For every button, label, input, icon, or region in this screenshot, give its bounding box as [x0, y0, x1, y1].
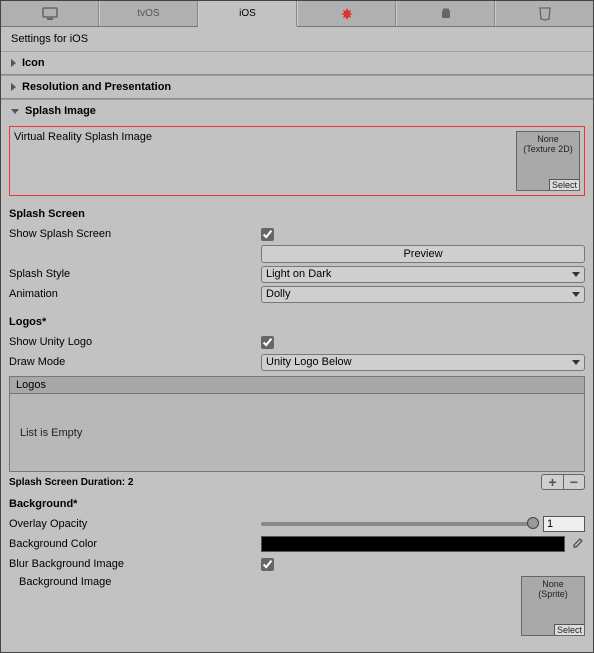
show-splash-checkbox[interactable] — [261, 228, 274, 241]
add-logo-button[interactable]: + — [541, 474, 563, 490]
show-splash-label: Show Splash Screen — [9, 228, 261, 240]
slider-thumb[interactable] — [527, 517, 539, 529]
chevron-down-icon — [572, 272, 580, 277]
blur-bg-label: Blur Background Image — [9, 558, 261, 570]
monitor-icon — [42, 7, 58, 21]
foldout-icon: Icon — [1, 51, 593, 75]
tab-tvos[interactable]: tvOS — [99, 1, 198, 26]
logos-list-body[interactable]: List is Empty — [9, 394, 585, 472]
preview-row: Preview — [9, 244, 585, 264]
foldout-header-splash[interactable]: Splash Image — [1, 100, 593, 122]
maple-icon — [340, 7, 354, 21]
vr-splash-texture-field[interactable]: None (Texture 2D) Select — [516, 131, 580, 191]
blur-bg-row: Blur Background Image — [9, 554, 585, 574]
tab-standalone[interactable] — [1, 1, 99, 26]
chevron-right-icon — [11, 83, 16, 91]
draw-mode-dropdown[interactable]: Unity Logo Below — [261, 354, 585, 371]
dropdown-value: Unity Logo Below — [266, 356, 352, 368]
overlay-opacity-slider[interactable] — [261, 522, 539, 526]
draw-mode-label: Draw Mode — [9, 356, 261, 368]
foldout-resolution: Resolution and Presentation — [1, 75, 593, 99]
sprite-type: (Sprite) — [538, 589, 568, 599]
background-image-label: Background Image — [19, 576, 111, 588]
panel-title: Settings for iOS — [1, 27, 593, 51]
foldout-header-icon[interactable]: Icon — [1, 52, 593, 74]
background-color-row: Background Color — [9, 534, 585, 554]
background-image-field[interactable]: None (Sprite) Select — [521, 576, 585, 636]
tab-label: iOS — [239, 8, 256, 19]
splash-style-dropdown[interactable]: Light on Dark — [261, 266, 585, 283]
overlay-opacity-value[interactable]: 1 — [543, 516, 585, 532]
vr-splash-label: Virtual Reality Splash Image — [14, 131, 152, 143]
eyedropper-button[interactable] — [569, 536, 585, 552]
splash-style-row: Splash Style Light on Dark — [9, 264, 585, 284]
background-image-row: Background Image None (Sprite) Select — [9, 576, 585, 636]
vr-splash-row: Virtual Reality Splash Image None (Textu… — [9, 126, 585, 196]
android-icon — [440, 7, 452, 21]
preview-button[interactable]: Preview — [261, 245, 585, 263]
logos-section-header: Logos* — [9, 312, 585, 332]
remove-logo-button[interactable]: − — [563, 474, 585, 490]
blur-bg-checkbox[interactable] — [261, 558, 274, 571]
tab-label: tvOS — [137, 8, 159, 19]
overlay-opacity-row: Overlay Opacity 1 — [9, 514, 585, 534]
chevron-down-icon — [572, 292, 580, 297]
tab-webgl[interactable] — [495, 1, 593, 26]
draw-mode-row: Draw Mode Unity Logo Below — [9, 352, 585, 372]
dropdown-value: Dolly — [266, 288, 290, 300]
background-section-header: Background* — [9, 494, 585, 514]
chevron-right-icon — [11, 59, 16, 67]
duration-label: Splash Screen Duration: 2 — [9, 477, 133, 488]
background-color-field[interactable] — [261, 536, 565, 552]
foldout-label: Resolution and Presentation — [22, 81, 171, 93]
logos-list-header: Logos — [9, 376, 585, 394]
splash-screen-header: Splash Screen — [9, 204, 585, 224]
background-color-label: Background Color — [9, 538, 261, 550]
animation-label: Animation — [9, 288, 261, 300]
chevron-down-icon — [572, 360, 580, 365]
overlay-opacity-label: Overlay Opacity — [9, 518, 261, 530]
foldout-splash: Splash Image Virtual Reality Splash Imag… — [1, 99, 593, 644]
splash-content: Virtual Reality Splash Image None (Textu… — [1, 126, 593, 644]
animation-row: Animation Dolly — [9, 284, 585, 304]
show-unity-logo-label: Show Unity Logo — [9, 336, 261, 348]
tab-android[interactable] — [396, 1, 495, 26]
foldout-label: Icon — [22, 57, 45, 69]
show-splash-row: Show Splash Screen — [9, 224, 585, 244]
foldout-header-resolution[interactable]: Resolution and Presentation — [1, 76, 593, 98]
texture-type: (Texture 2D) — [523, 144, 573, 154]
splash-style-label: Splash Style — [9, 268, 261, 280]
texture-none: None — [537, 134, 559, 144]
sprite-none: None — [542, 579, 564, 589]
platform-tabs: tvOS iOS — [1, 1, 593, 27]
dropdown-value: Light on Dark — [266, 268, 331, 280]
tab-maple[interactable] — [297, 1, 396, 26]
tab-ios[interactable]: iOS — [198, 1, 297, 27]
duration-row: Splash Screen Duration: 2 + − — [9, 472, 585, 494]
foldout-label: Splash Image — [25, 105, 96, 117]
eyedropper-icon — [571, 538, 583, 550]
sprite-select-button[interactable]: Select — [554, 624, 584, 635]
html5-icon — [539, 7, 551, 21]
show-unity-logo-checkbox[interactable] — [261, 336, 274, 349]
texture-select-button[interactable]: Select — [549, 179, 579, 190]
chevron-down-icon — [11, 109, 19, 114]
animation-dropdown[interactable]: Dolly — [261, 286, 585, 303]
show-unity-logo-row: Show Unity Logo — [9, 332, 585, 352]
logos-list: Logos List is Empty — [9, 376, 585, 472]
